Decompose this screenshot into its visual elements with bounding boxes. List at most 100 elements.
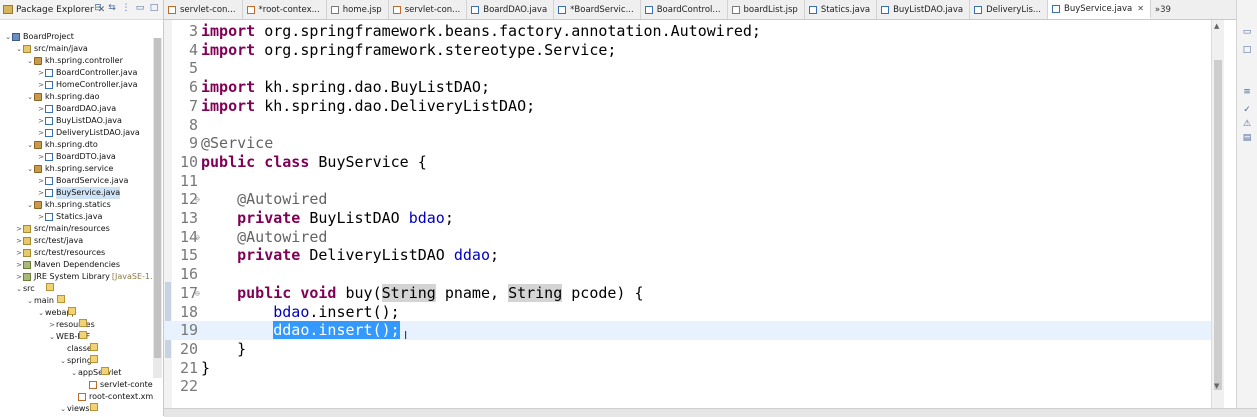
problems-view-icon[interactable]: ⚠ [1241, 118, 1253, 130]
expand-arrow-icon[interactable]: > [37, 115, 45, 127]
console-view-icon[interactable]: ▤ [1241, 132, 1253, 144]
expand-arrow-icon[interactable]: > [37, 151, 45, 163]
tree-item[interactable]: > src/test/java [15, 235, 83, 247]
tree-item[interactable]: ⌄ appServlet [70, 367, 121, 379]
tree-item[interactable]: > BoardService.java [37, 175, 128, 187]
tree-item[interactable]: root-context.xm [70, 391, 153, 403]
tree-item[interactable]: ⌄ WEB-INF [48, 331, 90, 343]
expand-arrow-icon[interactable]: > [37, 211, 45, 223]
editor-tab[interactable]: home.jsp [327, 0, 389, 19]
fold-toggle-icon[interactable]: ⊖ [195, 228, 200, 247]
tree-item[interactable]: > BuyService.java [37, 187, 121, 199]
collapse-arrow-icon[interactable]: ⌄ [15, 283, 23, 295]
expand-arrow-icon[interactable]: > [37, 127, 45, 139]
tree-item[interactable]: ⌄ kh.spring.dao [26, 91, 100, 103]
collapse-arrow-icon[interactable]: ⌄ [26, 163, 34, 175]
collapse-arrow-icon[interactable]: ⌄ [37, 307, 45, 319]
tree-item[interactable]: ⌄ spring [59, 355, 98, 367]
collapse-arrow-icon[interactable]: ⌄ [59, 355, 67, 367]
editor-tab[interactable]: boardList.jsp [728, 0, 805, 19]
expand-arrow-icon[interactable]: > [48, 319, 56, 331]
explorer-scroll-thumb[interactable] [154, 38, 161, 358]
editor-scrollbar[interactable]: ▲ ▼ [1211, 20, 1224, 416]
editor-tab[interactable]: BoardDAO.java [467, 0, 555, 19]
minimize-icon[interactable]: ▭ [135, 3, 145, 13]
tree-item[interactable]: ⌄ webapp [37, 307, 77, 319]
close-tab-icon[interactable]: ✕ [1137, 4, 1144, 13]
collapse-arrow-icon[interactable]: ⌄ [70, 367, 78, 379]
editor-tab[interactable]: DeliveryLis... [970, 0, 1049, 19]
editor-tab[interactable]: Statics.java [805, 0, 878, 19]
restore-icon[interactable]: □ [1241, 44, 1253, 56]
expand-arrow-icon[interactable]: > [15, 235, 23, 247]
expand-arrow-icon[interactable]: > [15, 259, 23, 271]
fold-toggle-icon[interactable]: ⊖ [195, 284, 200, 303]
tree-item[interactable]: ⌄ main [26, 295, 65, 307]
editor-scroll-thumb[interactable] [1214, 60, 1222, 390]
fold-toggle-icon[interactable]: ⊖ [195, 190, 200, 209]
tree-item[interactable]: > Maven Dependencies [15, 259, 120, 271]
editor-tab[interactable]: servlet-con... [389, 0, 468, 19]
tree-item[interactable]: > DeliveryListDAO.java [37, 127, 140, 139]
collapse-arrow-icon[interactable]: ⌄ [59, 403, 67, 415]
minimize-icon[interactable]: ▭ [1241, 26, 1253, 38]
tree-item[interactable]: ⌄ kh.spring.service [26, 163, 113, 175]
tree-item[interactable]: ⌄ src [15, 283, 54, 295]
collapse-arrow-icon[interactable]: ⌄ [26, 199, 34, 211]
expand-arrow-icon[interactable]: > [15, 223, 23, 235]
expand-arrow-icon[interactable]: > [37, 187, 45, 199]
tree-item[interactable]: classes [59, 343, 98, 355]
collapse-arrow-icon[interactable]: ⌄ [4, 31, 12, 43]
tree-item[interactable]: ⌄ kh.spring.controller [26, 55, 123, 67]
task-list-icon[interactable]: ✓ [1241, 104, 1253, 116]
tree-item[interactable]: servlet-conte [81, 379, 153, 391]
tree-item[interactable]: ⌄ kh.spring.statics [26, 199, 111, 211]
collapse-arrow-icon[interactable]: ⌄ [26, 91, 34, 103]
collapse-arrow-icon[interactable]: ⌄ [48, 331, 56, 343]
source-folder-icon [23, 237, 31, 245]
code-editor[interactable]: 3 import org.springframework.beans.factor… [164, 20, 1211, 416]
editor-tab[interactable]: BuyListDAO.java [877, 0, 971, 19]
expand-arrow-icon[interactable]: > [15, 247, 23, 259]
tree-item[interactable]: > src/main/resources [15, 223, 110, 235]
view-menu-icon[interactable]: ⋮ [121, 3, 131, 13]
collapse-arrow-icon[interactable]: ⌄ [26, 55, 34, 67]
explorer-scrollbar[interactable] [153, 38, 162, 378]
tree-item[interactable]: > BoardDAO.java [37, 103, 116, 115]
link-with-editor-icon[interactable]: ⇆ [107, 3, 117, 13]
editor-tab[interactable]: BoardControl... [641, 0, 728, 19]
tree-item[interactable]: > BoardDTO.java [37, 151, 116, 163]
expand-arrow-icon[interactable]: > [37, 67, 45, 79]
tree-item[interactable]: ⌄ src/main/java [15, 43, 88, 55]
tree-item[interactable]: ⌄ BoardProject [4, 31, 74, 43]
expand-arrow-icon[interactable]: > [37, 175, 45, 187]
expand-arrow-icon[interactable]: > [37, 103, 45, 115]
editor-tab[interactable]: servlet-con... [164, 0, 243, 19]
editor-tab[interactable]: *root-contex... [243, 0, 327, 19]
tree-item[interactable]: > BuyListDAO.java [37, 115, 122, 127]
editor-tab[interactable]: BuyService.java ✕ [1048, 0, 1151, 19]
collapse-arrow-icon[interactable]: ⌄ [26, 295, 34, 307]
collapse-arrow-icon[interactable]: ⌄ [26, 139, 34, 151]
tree-item[interactable]: > resources [48, 319, 95, 331]
tree-item[interactable]: > JRE System Library [JavaSE-1.8] [15, 271, 161, 283]
scroll-down-icon[interactable]: ▼ [1214, 382, 1219, 390]
code-token: ; [490, 246, 500, 265]
scroll-up-icon[interactable]: ▲ [1214, 22, 1219, 30]
tree-item[interactable]: > HomeController.java [37, 79, 138, 91]
maximize-icon[interactable]: □ [149, 3, 159, 13]
tree-item[interactable]: ⌄ kh.spring.dto [26, 139, 98, 151]
editor-tab[interactable]: *BoardServic... [554, 0, 641, 19]
tabs-overflow-button[interactable]: »39 [1151, 0, 1175, 19]
expand-arrow-icon[interactable]: > [37, 79, 45, 91]
collapse-arrow-icon[interactable]: ⌄ [15, 43, 23, 55]
tree-item[interactable]: > BoardController.java [37, 67, 137, 79]
tree-item[interactable]: > Statics.java [37, 211, 102, 223]
expand-arrow-icon[interactable]: > [15, 271, 23, 283]
tree-item[interactable]: ⌄ views [59, 403, 98, 415]
package-explorer-tab[interactable]: Package Explorer ✕ [3, 5, 105, 15]
outline-view-icon[interactable]: ≡ [1241, 86, 1253, 98]
tree-item[interactable]: > src/test/resources [15, 247, 105, 259]
collapse-all-icon[interactable]: ⊟ [93, 3, 103, 13]
